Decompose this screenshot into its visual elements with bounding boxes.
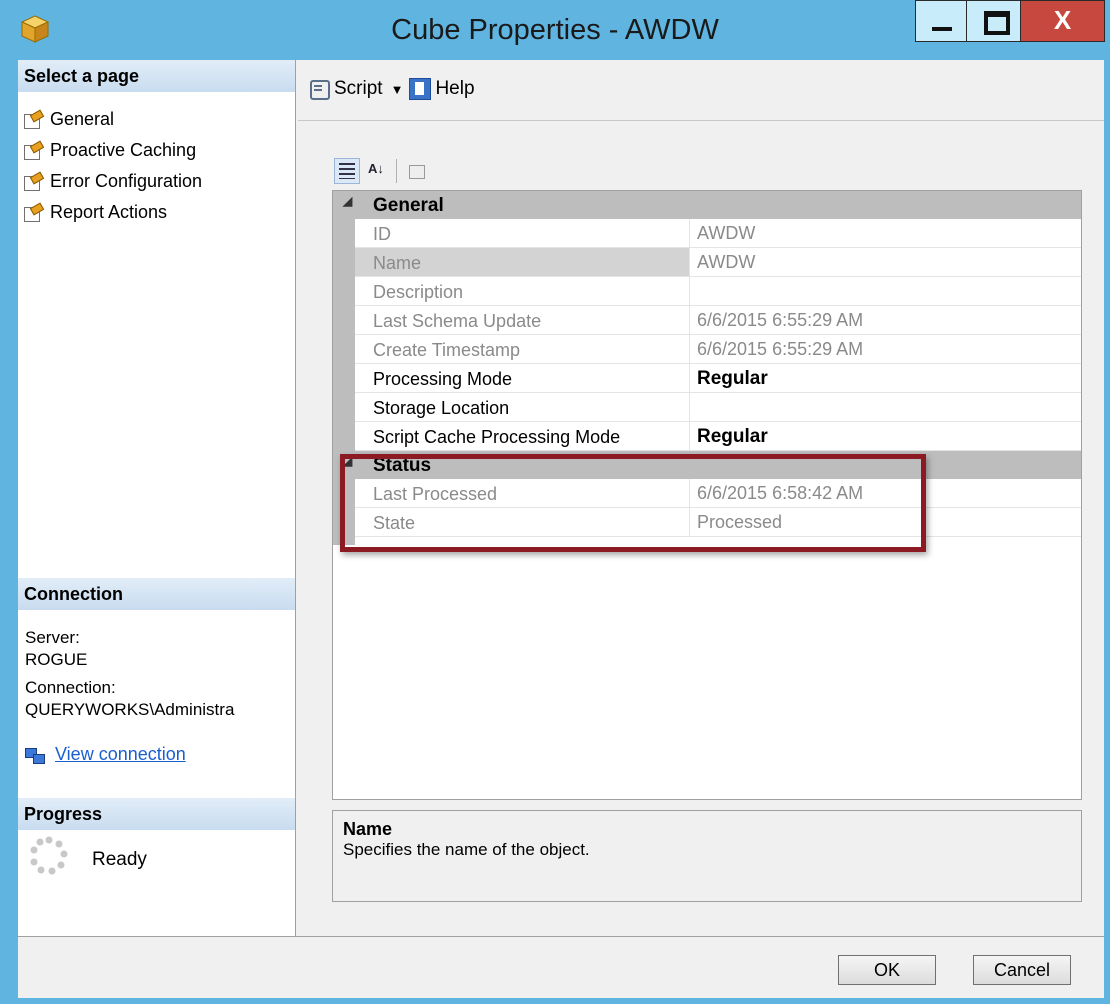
script-button[interactable]: Script ▼	[308, 78, 409, 100]
ok-button[interactable]: OK	[838, 955, 936, 985]
script-label: Script	[334, 78, 383, 99]
left-pane: Select a page General Proactive Caching …	[18, 60, 296, 936]
property-name: Description	[355, 277, 690, 305]
property-page-icon	[24, 143, 42, 160]
property-name: State	[355, 508, 690, 536]
category-label: General	[373, 195, 444, 216]
page-item-error-configuration[interactable]: Error Configuration	[24, 166, 202, 197]
sort-alphabetical-icon: A↓	[368, 161, 384, 176]
property-name: Storage Location	[355, 393, 690, 421]
connection-header: Connection	[18, 578, 295, 610]
property-value: AWDW	[697, 252, 756, 272]
property-row-name[interactable]: Name AWDW	[355, 248, 1081, 277]
page-item-report-actions[interactable]: Report Actions	[24, 197, 202, 228]
category-general[interactable]: ◢ General	[333, 191, 1081, 219]
title-bar[interactable]: Cube Properties - AWDW X	[0, 0, 1110, 60]
dialog-client-area: Select a page General Proactive Caching …	[18, 60, 1104, 998]
property-value[interactable]: Regular	[691, 422, 1081, 450]
dialog-window: Cube Properties - AWDW X Select a page G…	[0, 0, 1110, 1004]
property-name: Last Schema Update	[355, 306, 690, 334]
property-row-id[interactable]: ID AWDW	[355, 219, 1081, 248]
connection-label: Connection:	[25, 678, 116, 697]
description-text: Specifies the name of the object.	[343, 840, 590, 859]
property-value: 6/6/2015 6:55:29 AM	[697, 339, 864, 359]
minimize-button[interactable]	[915, 0, 967, 42]
property-row-script-cache-processing-mode[interactable]: Script Cache Processing Mode Regular	[355, 422, 1081, 451]
description-title: Name	[343, 819, 393, 839]
progress-status: Ready	[92, 849, 147, 870]
property-pages-button[interactable]	[403, 158, 429, 184]
property-value[interactable]: Regular	[691, 364, 1081, 392]
property-value[interactable]	[691, 393, 1081, 421]
connection-value: QUERYWORKS\Administra	[25, 700, 235, 719]
property-name: ID	[355, 219, 690, 247]
property-name: Create Timestamp	[355, 335, 690, 363]
property-name: Name	[355, 248, 690, 276]
maximize-button[interactable]	[966, 0, 1021, 42]
property-pages-icon	[409, 165, 425, 179]
category-label: Status	[373, 455, 432, 476]
categorized-view-button[interactable]	[334, 158, 360, 184]
help-icon	[409, 78, 432, 100]
page-item-label: General	[50, 109, 115, 129]
property-row-processing-mode[interactable]: Processing Mode Regular	[355, 364, 1081, 393]
dialog-toolbar: Script ▼ Help	[308, 78, 475, 100]
page-item-label: Report Actions	[50, 202, 168, 222]
categorized-icon	[339, 163, 355, 179]
property-row-state[interactable]: State Processed	[355, 508, 1081, 537]
toolbar-divider	[298, 120, 1104, 121]
close-button[interactable]: X	[1020, 0, 1105, 42]
property-value: Processed	[697, 512, 783, 532]
select-page-header: Select a page	[18, 60, 295, 92]
property-row-last-processed[interactable]: Last Processed 6/6/2015 6:58:42 AM	[355, 479, 1081, 508]
category-status[interactable]: ◢ Status	[333, 451, 1081, 479]
property-name: Script Cache Processing Mode	[355, 422, 690, 450]
property-row-create-timestamp[interactable]: Create Timestamp 6/6/2015 6:55:29 AM	[355, 335, 1081, 364]
property-value: AWDW	[697, 223, 756, 243]
property-page-icon	[24, 174, 42, 191]
progress-header: Progress	[18, 798, 295, 830]
page-item-label: Error Configuration	[50, 171, 203, 191]
property-grid: ◢ General ID AWDW Name AWDW Description …	[332, 190, 1082, 800]
help-label: Help	[435, 78, 475, 99]
page-list: General Proactive Caching Error Configur…	[24, 104, 202, 228]
property-name: Last Processed	[355, 479, 690, 507]
page-item-label: Proactive Caching	[50, 140, 197, 160]
cancel-button[interactable]: Cancel	[973, 955, 1071, 985]
property-value: 6/6/2015 6:55:29 AM	[697, 310, 864, 330]
property-page-icon	[24, 112, 42, 129]
property-grid-toolbar: A↓	[334, 158, 433, 184]
toolbar-separator	[396, 159, 397, 183]
grid-gutter	[333, 191, 355, 545]
alphabetical-sort-button[interactable]: A↓	[364, 158, 390, 184]
view-connection-link[interactable]: View connection	[55, 744, 186, 765]
property-value	[691, 277, 1081, 305]
description-panel: Name Specifies the name of the object.	[332, 810, 1082, 902]
property-name: Processing Mode	[355, 364, 690, 392]
progress-spinner-icon	[30, 836, 68, 875]
chevron-down-icon[interactable]: ▼	[391, 82, 404, 97]
page-item-proactive-caching[interactable]: Proactive Caching	[24, 135, 202, 166]
property-row-last-schema-update[interactable]: Last Schema Update 6/6/2015 6:55:29 AM	[355, 306, 1081, 335]
property-row-storage-location[interactable]: Storage Location	[355, 393, 1081, 422]
property-page-icon	[24, 205, 42, 222]
help-button[interactable]: Help	[409, 78, 475, 100]
connection-info: Server: ROGUE Connection: QUERYWORKS\Adm…	[25, 627, 289, 721]
collapse-triangle-icon[interactable]: ◢	[343, 454, 352, 468]
property-row-description[interactable]: Description	[355, 277, 1081, 306]
network-connection-icon	[25, 746, 45, 764]
view-connection[interactable]: View connection	[25, 744, 186, 765]
footer-divider	[18, 936, 1104, 937]
page-item-general[interactable]: General	[24, 104, 202, 135]
property-value: 6/6/2015 6:58:42 AM	[697, 483, 864, 503]
collapse-triangle-icon[interactable]: ◢	[343, 194, 352, 208]
server-value: ROGUE	[25, 650, 88, 669]
server-label: Server:	[25, 628, 80, 647]
script-icon	[308, 79, 330, 100]
